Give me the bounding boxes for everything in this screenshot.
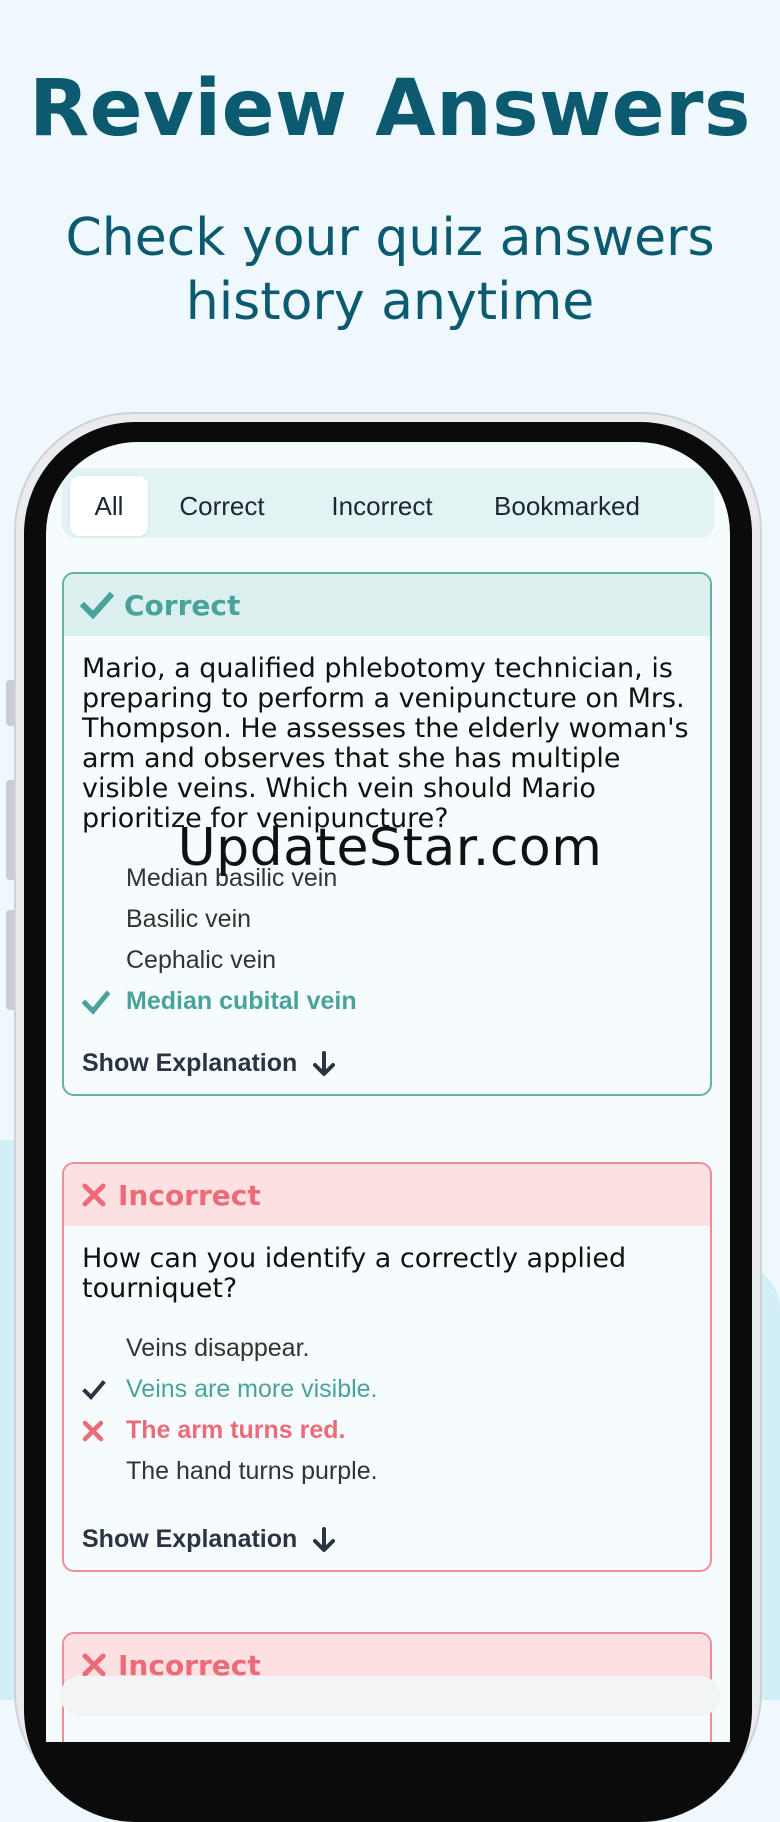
phone-screen: All Correct Incorrect Bookmarked Correct… <box>46 442 730 1742</box>
close-icon <box>82 1183 106 1207</box>
close-icon <box>82 1420 104 1441</box>
show-explanation-button[interactable]: Show Explanation <box>82 1525 337 1554</box>
show-explanation-label: Show Explanation <box>82 1049 298 1077</box>
subtitle-line-1: Check your quiz answers <box>65 208 715 268</box>
watermark: UpdateStar.com <box>177 818 603 878</box>
tab-all[interactable]: All <box>70 476 148 536</box>
show-explanation-button[interactable]: Show Explanation <box>82 1049 337 1078</box>
answer-option-selected-correct[interactable]: Median cubital vein <box>82 981 710 1022</box>
answer-text: The hand turns purple. <box>126 1457 378 1485</box>
answer-text: Cephalic vein <box>126 946 277 974</box>
filter-tabs: All Correct Incorrect Bookmarked <box>62 468 714 538</box>
card-status-header: Incorrect <box>64 1164 710 1226</box>
answer-option-correct[interactable]: Veins are more visible. <box>82 1369 710 1410</box>
question-text: Mario, a qualified phlebotomy technician… <box>82 653 689 834</box>
answer-text: Basilic vein <box>126 905 252 933</box>
page-subtitle: Check your quiz answers history anytime <box>0 206 780 334</box>
tab-incorrect[interactable]: Incorrect <box>312 476 452 536</box>
answer-list: Veins disappear. Veins are more visible.… <box>64 1328 710 1492</box>
check-icon <box>80 591 114 620</box>
answer-text: Veins disappear. <box>126 1334 310 1362</box>
tab-correct[interactable]: Correct <box>162 476 282 536</box>
answer-option-selected-wrong[interactable]: The arm turns red. <box>82 1410 710 1451</box>
answer-text: Veins are more visible. <box>126 1375 378 1403</box>
answer-text: The arm turns red. <box>126 1416 346 1444</box>
answer-text: Median cubital vein <box>126 987 357 1015</box>
answer-option[interactable]: The hand turns purple. <box>82 1451 710 1492</box>
close-icon <box>82 1653 106 1677</box>
answer-option[interactable]: Veins disappear. <box>82 1328 710 1369</box>
page-title: Review Answers <box>29 64 751 154</box>
subtitle-line-2: history anytime <box>185 272 595 332</box>
card-status-label: Correct <box>124 588 241 622</box>
bottom-sheet-edge <box>60 1676 720 1716</box>
answer-option[interactable]: Cephalic vein <box>82 940 710 981</box>
arrow-down-icon <box>313 1526 336 1552</box>
card-status-label: Incorrect <box>118 1178 261 1212</box>
arrow-down-icon <box>313 1050 336 1076</box>
check-icon <box>82 989 110 1015</box>
card-status-header: Correct <box>64 574 710 636</box>
check-icon <box>82 1379 106 1400</box>
answer-card: Incorrect How can you identify a correct… <box>62 1162 712 1572</box>
tab-bookmarked[interactable]: Bookmarked <box>482 476 652 536</box>
show-explanation-label: Show Explanation <box>82 1525 298 1553</box>
question-text: How can you identify a correctly applied… <box>82 1243 627 1304</box>
answer-list: Median basilic vein Basilic vein Cephali… <box>64 858 710 1022</box>
answer-option[interactable]: Basilic vein <box>82 899 710 940</box>
